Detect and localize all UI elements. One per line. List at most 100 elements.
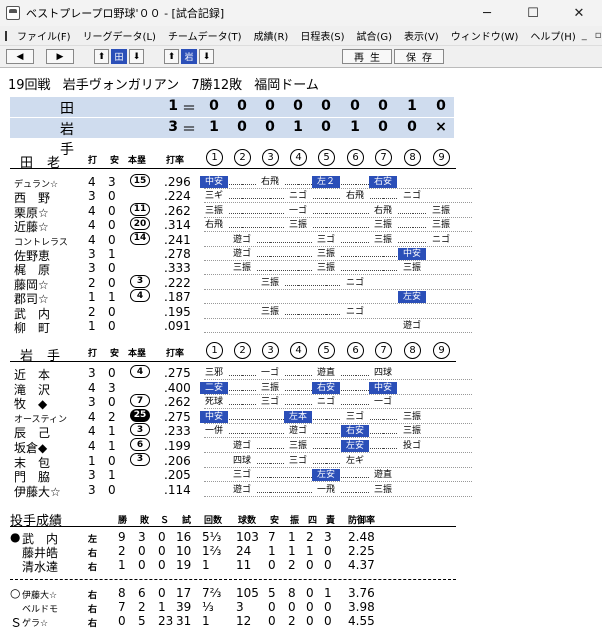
away-down-button[interactable]: ⬇ [129, 49, 144, 64]
player-name: オースティン [14, 414, 68, 425]
menu-schedule[interactable]: 日程表(S) [294, 28, 350, 43]
player-name: 柳 町 [14, 321, 51, 335]
pitcher-stat-g: 31 [176, 614, 192, 628]
player-row[interactable]: 坂倉◆ 4 1 6.199 遊ゴ 三振 左安 投ゴ [14, 438, 472, 455]
inning-header: 5 [318, 342, 335, 359]
menu-records[interactable]: 成績(R) [248, 28, 295, 43]
player-row[interactable]: 郡司☆ 1 1 4.187 左安 [14, 289, 472, 306]
mdi-restore-button[interactable]: ▫ [595, 30, 602, 41]
toolbar: ◀ ▶ ⬆ 田 ⬇ ⬆ 岩 ⬇ 再生 保存 [0, 46, 602, 68]
pitcher-stat-ip: 7⅔ [202, 586, 222, 600]
at-bat-result: ニゴ [398, 190, 426, 203]
close-button[interactable]: ✕ [556, 0, 602, 26]
menu-game[interactable]: 試合(G) [350, 28, 398, 43]
pitching-column-header: 試 [182, 516, 192, 526]
pitcher-row[interactable]: 藤井皓右 2 0 0 10 1⅔ 24 1 1 1 0 2.25 [10, 544, 460, 560]
result-leader [270, 470, 298, 479]
pitcher-row[interactable]: ● 武 内左 9 3 0 16 5⅓ 103 7 1 2 3 2.48 [10, 530, 460, 546]
player-row[interactable]: 武 内 2 0.195 三振 ニゴ [14, 305, 472, 321]
prev-game-button[interactable]: ◀ [6, 49, 34, 64]
pitcher-stat-era: 3.76 [348, 586, 375, 600]
save-button[interactable]: 保存 [394, 49, 444, 64]
hits: 1 [108, 439, 116, 453]
at-bat-result: 二安 [200, 381, 228, 394]
player-row[interactable]: 藤岡☆ 2 0 3.222 三振 ニゴ [14, 274, 472, 292]
home-run-cell: 11 [130, 202, 150, 217]
away-up-button[interactable]: ⬆ [94, 49, 109, 64]
menu-file[interactable]: ファイル(F) [11, 28, 77, 43]
result-leader [270, 235, 298, 243]
game-round: 19回戦 [8, 78, 51, 93]
player-row[interactable]: 牧 ◆ 3 0 7.262 死球 三ゴ ニゴ 一ゴ [14, 394, 472, 411]
player-row[interactable]: 近藤☆ 4 0 20.314 右飛 三振 三振 三振 [14, 217, 472, 234]
pitcher-stat-k: 1 [288, 530, 296, 544]
pitcher-row[interactable]: ○ 伊藤大☆ 右 8 6 0 17 7⅔ 105 5 8 0 1 3.76 [10, 586, 460, 601]
player-row[interactable]: 西 野 3 0.224 三ギ ニゴ 右飛 ニゴ [14, 189, 472, 205]
pitcher-stat-h: 5 [268, 586, 276, 600]
at-bat-results: 三振 三振 三振 [204, 261, 472, 276]
maximize-button[interactable]: ☐ [510, 0, 556, 26]
home-team-button[interactable]: 岩 [181, 49, 197, 64]
result-leader [242, 206, 270, 214]
player-row[interactable]: オースティン 4 2 25 .275 中安 左本 三ゴ 三振 [14, 408, 472, 425]
inning-header: 2 [234, 149, 251, 166]
menu-help[interactable]: ヘルプ(H) [524, 28, 581, 43]
result-leader [242, 191, 270, 200]
replay-button[interactable]: 再生 [342, 49, 392, 64]
player-row[interactable]: 辰 己 4 1 3.233 一併 遊ゴ 右安 三振 [14, 423, 472, 440]
home-up-button[interactable]: ⬆ [164, 49, 179, 64]
document-icon[interactable] [5, 30, 7, 41]
inning-header: 8 [404, 342, 421, 359]
at-bat-result: 右安 [312, 381, 340, 394]
pitcher-stat-er: 0 [324, 558, 332, 572]
pitcher-stat-bb: 0 [306, 614, 314, 628]
home-run-cell: 6 [130, 438, 150, 452]
pitcher-stat-h: 0 [268, 600, 276, 614]
mdi-minimize-button[interactable]: _ [582, 30, 587, 41]
pitcher-stat-h: 0 [268, 614, 276, 628]
pitcher-row[interactable]: ベルドモ右 7 2 1 39 ⅓ 3 0 0 0 0 3.98 [10, 600, 460, 615]
result-leader [242, 426, 270, 435]
player-row[interactable]: 栗原☆ 4 0 11.262 三振 一ゴ 右飛 三振 [14, 202, 472, 220]
player-row[interactable]: 末 包 1 0 3.206 四球 三ゴ 左ギ [14, 452, 472, 470]
minimize-button[interactable]: ─ [464, 0, 510, 26]
at-bat-result: 三振 [398, 262, 426, 275]
player-row[interactable]: 佐野恵 3 1.278 遊ゴ 三振 中安 [14, 247, 472, 263]
title-bar: ベストプレープロ野球'００ - [試合記録] ─ ☐ ✕ [0, 0, 602, 26]
team-record: 7勝12敗 [191, 78, 243, 93]
at-bat-result: 三振 [312, 262, 340, 275]
result-leader [355, 263, 383, 272]
menu-team[interactable]: チームデータ(T) [162, 28, 248, 43]
player-name: 伊藤大☆ [14, 484, 61, 499]
home-down-button[interactable]: ⬇ [199, 49, 214, 64]
batting-average: .224 [164, 189, 191, 204]
pitcher-stat-s: 1 [158, 600, 166, 614]
away-team-button[interactable]: 田 [111, 49, 127, 64]
pitcher-row[interactable]: Ｓ ゲラ☆ 右 0 5 23 31 1 12 0 2 0 0 4.55 [10, 614, 460, 630]
player-row[interactable]: デュラン☆ 4 3 15 .296 中安 右飛 左２ 右安 [14, 174, 472, 190]
menu-view[interactable]: 表示(V) [398, 28, 445, 43]
player-row[interactable]: 梶 原 3 0.333 三振 三振 三振 [14, 261, 472, 277]
column-header-avg: 打率 [166, 349, 185, 359]
player-row[interactable]: 伊藤大☆ 3 0 .114 遊ゴ 一飛 三振 [14, 483, 472, 499]
next-game-button[interactable]: ▶ [46, 49, 74, 64]
player-row[interactable]: 門 脇 3 1.205 三ゴ 左安 遊直 [14, 468, 472, 484]
at-bat-result: 左安 [398, 291, 426, 304]
player-row[interactable]: コントレラス 4 0 14 .241 遊ゴ 三ゴ 三振 ニゴ [14, 231, 472, 248]
column-header-h: 安 [110, 349, 120, 359]
menu-league[interactable]: リーグデータ(L) [77, 28, 162, 43]
scoreboard-inning: 1 [209, 119, 219, 135]
player-row[interactable]: 近 本 3 0 4.275 三邪 一ゴ 遊直 四球 [14, 365, 472, 382]
player-row[interactable]: 柳 町 1 0 .091 遊ゴ [14, 319, 472, 335]
player-row[interactable]: 滝 沢 4 3.400 二安 三振 右安 中安 [14, 381, 472, 397]
home-run-count: 15 [130, 174, 150, 187]
pitcher-stat-ip: 1 [202, 614, 210, 628]
column-header-hr: 本塁 [128, 349, 147, 359]
pitcher-row[interactable]: 清水達右 1 0 0 19 1 11 0 2 0 0 4.37 [10, 558, 460, 574]
at-bats: 3 [88, 468, 96, 483]
at-bat-results: 死球 三ゴ ニゴ 一ゴ [200, 395, 472, 410]
result-leader [270, 249, 298, 257]
pitcher-stat-s: 0 [158, 586, 166, 600]
pitcher-stat-h: 0 [268, 558, 276, 572]
menu-window[interactable]: ウィンドウ(W) [445, 28, 525, 43]
